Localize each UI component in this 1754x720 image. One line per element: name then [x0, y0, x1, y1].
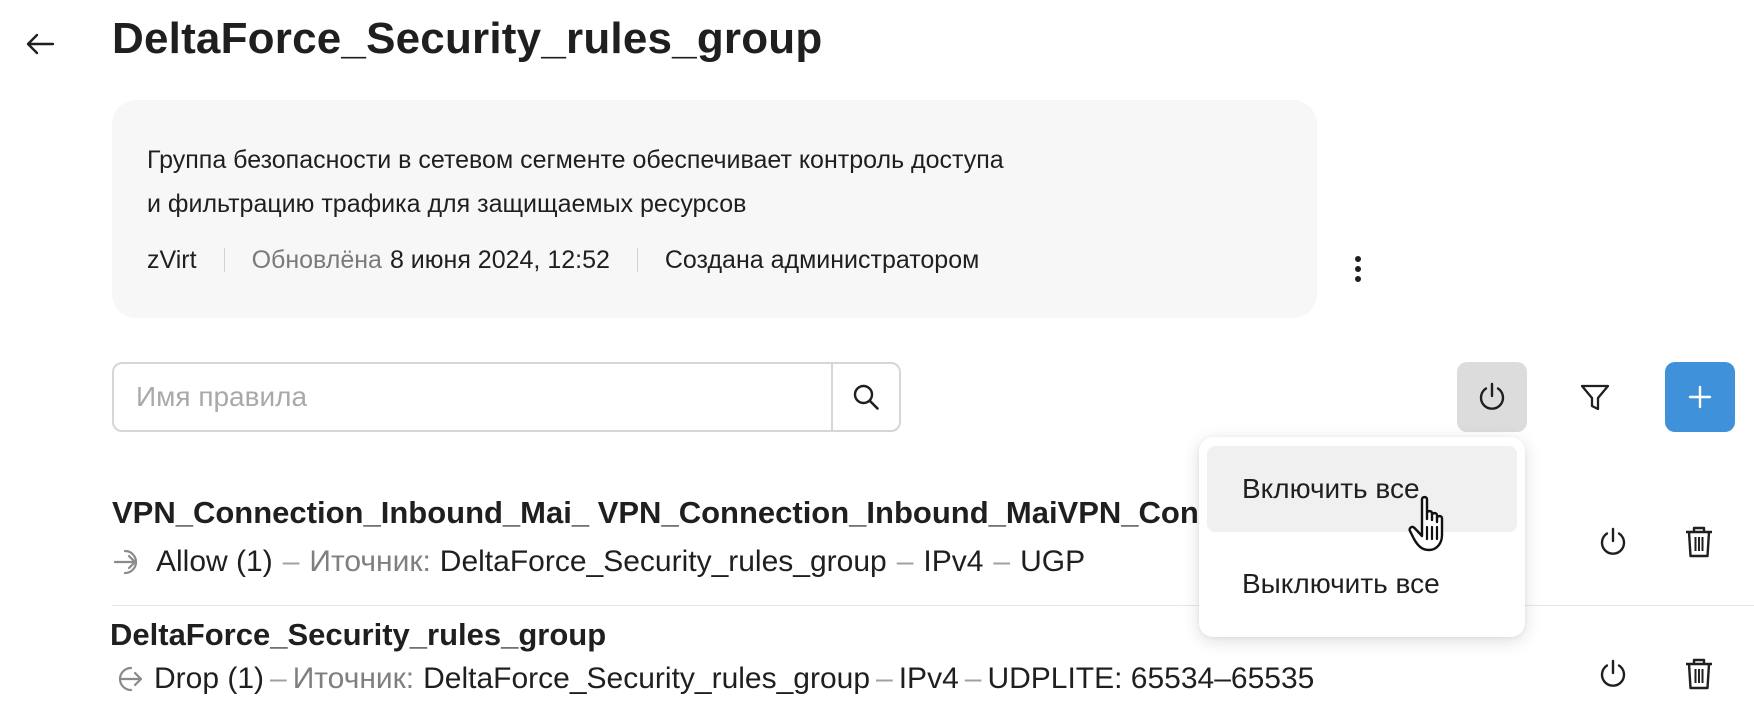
rule-search [112, 362, 901, 432]
rule-protocol: UDPLITE: 65534–65535 [987, 662, 1315, 695]
disable-all-menu-item[interactable]: Выключить все [1207, 541, 1517, 627]
rule-details: Drop (1) – Иточник: DeltaForce_Security_… [110, 662, 1314, 696]
filter-button[interactable] [1560, 362, 1630, 432]
meta-divider [636, 248, 638, 272]
back-button[interactable] [22, 26, 58, 62]
rule-ip-version: IPv4 [898, 662, 959, 695]
more-menu-button[interactable] [1341, 252, 1375, 286]
separator: – [964, 662, 982, 695]
rule-power-button[interactable] [1591, 652, 1635, 696]
trash-icon [1686, 526, 1712, 558]
rule-title: DeltaForce_Security_rules_group [110, 617, 607, 652]
rule-delete-button[interactable] [1677, 652, 1721, 696]
toggle-all-button[interactable] [1457, 362, 1527, 432]
power-icon [1600, 659, 1626, 687]
search-input[interactable] [114, 364, 831, 430]
inbound-arrow-icon [112, 545, 146, 579]
separator: – [896, 545, 914, 578]
separator: – [270, 662, 287, 695]
group-meta: zVirt Обновлёна 8 июня 2024, 12:52 Созда… [147, 242, 979, 278]
platform-name: zVirt [147, 245, 197, 274]
updated-value: 8 июня 2024, 12:52 [389, 245, 610, 274]
rule-action: Drop (1) [154, 662, 265, 695]
outbound-arrow-icon [110, 662, 144, 696]
filter-icon [1580, 384, 1610, 411]
meta-divider [223, 248, 225, 272]
more-vertical-icon [1355, 256, 1361, 282]
description-line-2: и фильтрацию трафика для защищаемых ресу… [147, 190, 747, 218]
rule-details: Allow (1) – Иточник: DeltaForce_Security… [112, 545, 1085, 579]
add-rule-button[interactable] [1665, 362, 1735, 432]
trash-icon [1686, 658, 1712, 690]
arrow-left-icon [26, 33, 55, 55]
security-group-page: DeltaForce_Security_rules_group Группа б… [0, 0, 1754, 720]
source-label: Иточник: [292, 662, 415, 695]
separator: – [876, 662, 893, 695]
hand-cursor-icon [1408, 495, 1460, 560]
power-icon [1479, 382, 1505, 410]
separator: – [282, 545, 300, 578]
search-button[interactable] [831, 364, 899, 430]
power-icon [1600, 527, 1626, 555]
description-line-1: Группа безопасности в сетевом сегменте о… [147, 146, 1004, 174]
enable-all-menu-item[interactable]: Включить все [1207, 446, 1517, 532]
group-description: Группа безопасности в сетевом сегменте о… [147, 138, 1147, 226]
separator: – [993, 545, 1011, 578]
rule-delete-button[interactable] [1677, 520, 1721, 564]
created-by: Создана администратором [664, 245, 980, 274]
rule-protocol: UGP [1020, 545, 1086, 578]
rule-title: VPN_Connection_Inbound_Mai_ VPN_Connecti… [112, 495, 1310, 530]
rule-action: Allow (1) [156, 545, 273, 578]
group-info-card: Группа безопасности в сетевом сегменте о… [112, 100, 1361, 318]
updated-label: Обновлёна [251, 245, 382, 274]
rule-ip-version: IPv4 [923, 545, 984, 578]
rule-source: DeltaForce_Security_rules_group [439, 545, 887, 578]
source-label: Иточник: [309, 545, 431, 578]
page-title: DeltaForce_Security_rules_group [112, 14, 823, 63]
search-icon [853, 384, 879, 410]
toggle-all-dropdown: Включить все Выключить все [1199, 437, 1525, 637]
rule-power-button[interactable] [1591, 520, 1635, 564]
plus-icon [1688, 385, 1712, 409]
rule-source: DeltaForce_Security_rules_group [423, 662, 871, 695]
